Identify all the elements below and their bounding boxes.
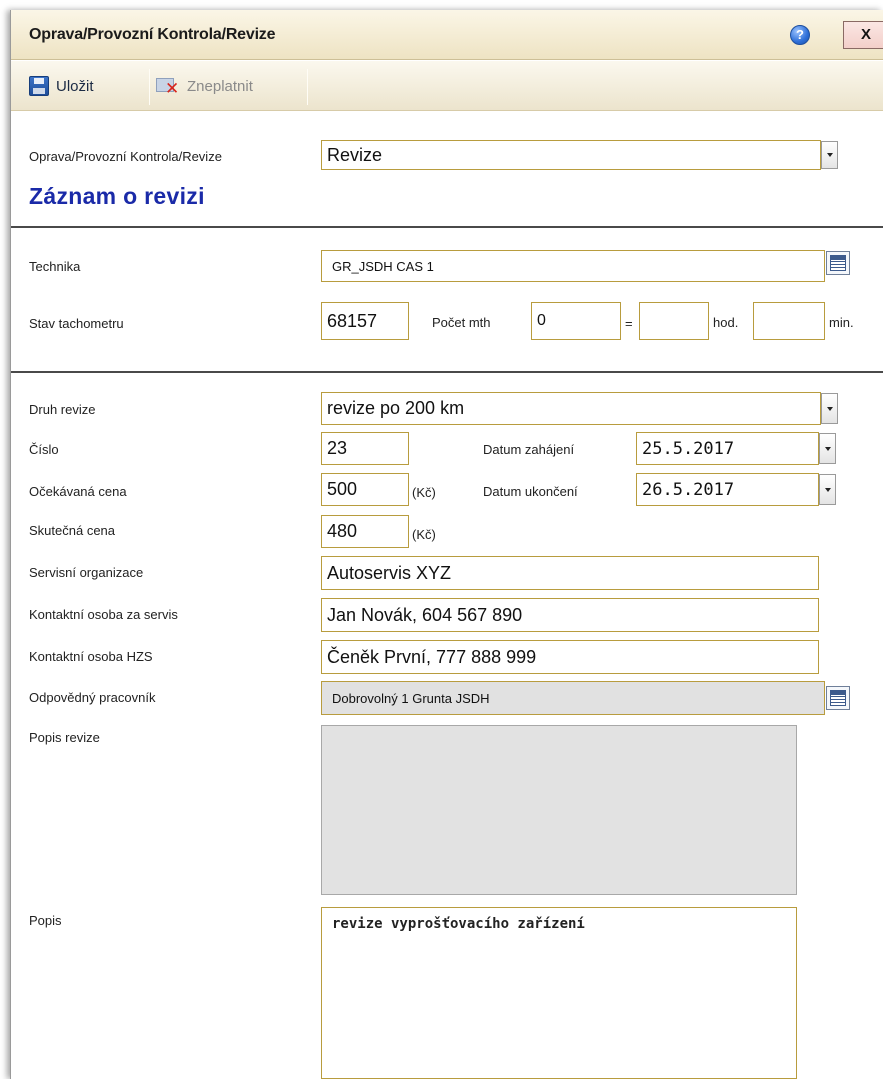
- toolbar-separator: [149, 69, 150, 105]
- datum-ukonceni-label: Datum ukončení: [483, 484, 578, 499]
- skutecna-label: Skutečná cena: [29, 523, 116, 538]
- odpovedny-field[interactable]: Dobrovolný 1 Grunta JSDH: [321, 681, 825, 715]
- save-button[interactable]: Uložit: [29, 61, 147, 111]
- type-label: Oprava/Provozní Kontrola/Revize: [29, 149, 222, 164]
- ocekavana-field[interactable]: 500: [321, 473, 409, 506]
- druh-label: Druh revize: [29, 402, 96, 417]
- invalidate-icon: ✕: [156, 76, 180, 97]
- datum-ukonceni-dropdown-button[interactable]: [819, 474, 836, 505]
- close-button[interactable]: X: [843, 21, 883, 49]
- hours-label: hod.: [713, 315, 739, 330]
- equals-sign: =: [625, 316, 633, 331]
- type-select[interactable]: Revize: [321, 140, 821, 170]
- dialog-window: Oprava/Provozní Kontrola/Revize ? X Ulož…: [10, 10, 883, 1079]
- technika-field[interactable]: GR_JSDH CAS 1: [321, 250, 825, 282]
- druh-select[interactable]: revize po 200 km: [321, 392, 821, 425]
- toolbar: Uložit ✕ Zneplatnit: [11, 61, 883, 111]
- druh-dropdown-button[interactable]: [821, 393, 838, 424]
- odpovedny-picker-button[interactable]: [826, 686, 850, 710]
- tacho-field[interactable]: 68157: [321, 302, 409, 340]
- help-icon[interactable]: ?: [790, 25, 810, 45]
- cislo-field[interactable]: 23: [321, 432, 409, 465]
- technika-label: Technika: [29, 259, 81, 274]
- ocekavana-label: Očekávaná cena: [29, 484, 127, 499]
- popis-label: Popis: [29, 913, 62, 928]
- servisni-label: Servisní organizace: [29, 565, 144, 580]
- invalidate-label: Zneplatnit: [187, 77, 253, 95]
- type-dropdown-button[interactable]: [821, 141, 838, 169]
- currency-label: (Kč): [412, 485, 436, 500]
- tacho-label: Stav tachometru: [29, 316, 124, 331]
- section-title: Záznam o revizi: [29, 183, 205, 209]
- kontakt-servis-field[interactable]: Jan Novák, 604 567 890: [321, 598, 819, 632]
- datum-zahajeni-label: Datum zahájení: [483, 442, 575, 457]
- minutes-field[interactable]: [753, 302, 825, 340]
- divider: [11, 226, 883, 228]
- chevron-down-icon: [824, 487, 831, 492]
- currency-label: (Kč): [412, 527, 436, 542]
- datum-zahajeni-dropdown-button[interactable]: [819, 433, 836, 464]
- popis-revize-textarea[interactable]: [321, 725, 797, 895]
- list-icon: [830, 255, 846, 271]
- popis-textarea[interactable]: revize vyprošťovacího zařízení: [321, 907, 797, 1079]
- chevron-down-icon: [824, 446, 831, 451]
- divider: [11, 371, 883, 373]
- mth-label: Počet mth: [432, 315, 491, 330]
- chevron-down-icon: [826, 406, 833, 411]
- invalidate-button[interactable]: ✕ Zneplatnit: [156, 61, 306, 111]
- toolbar-separator: [307, 69, 308, 105]
- servisni-field[interactable]: Autoservis XYZ: [321, 556, 819, 590]
- hours-field[interactable]: [639, 302, 709, 340]
- cislo-label: Číslo: [29, 442, 59, 457]
- list-icon: [830, 690, 846, 706]
- save-label: Uložit: [56, 77, 94, 95]
- kontakt-servis-label: Kontaktní osoba za servis: [29, 607, 178, 622]
- chevron-down-icon: [826, 153, 833, 157]
- mth-field[interactable]: 0: [531, 302, 621, 340]
- kontakt-hzs-field[interactable]: Čeněk První, 777 888 999: [321, 640, 819, 674]
- skutecna-field[interactable]: 480: [321, 515, 409, 548]
- window-title: Oprava/Provozní Kontrola/Revize: [29, 26, 276, 43]
- popis-revize-label: Popis revize: [29, 730, 100, 745]
- floppy-disk-icon: [29, 76, 49, 96]
- datum-ukonceni-field[interactable]: 26.5.2017: [636, 473, 819, 506]
- title-bar: Oprava/Provozní Kontrola/Revize ? X: [11, 10, 883, 60]
- minutes-label: min.: [829, 315, 854, 330]
- datum-zahajeni-field[interactable]: 25.5.2017: [636, 432, 819, 465]
- kontakt-hzs-label: Kontaktní osoba HZS: [29, 649, 153, 664]
- odpovedny-label: Odpovědný pracovník: [29, 690, 156, 705]
- technika-picker-button[interactable]: [826, 251, 850, 275]
